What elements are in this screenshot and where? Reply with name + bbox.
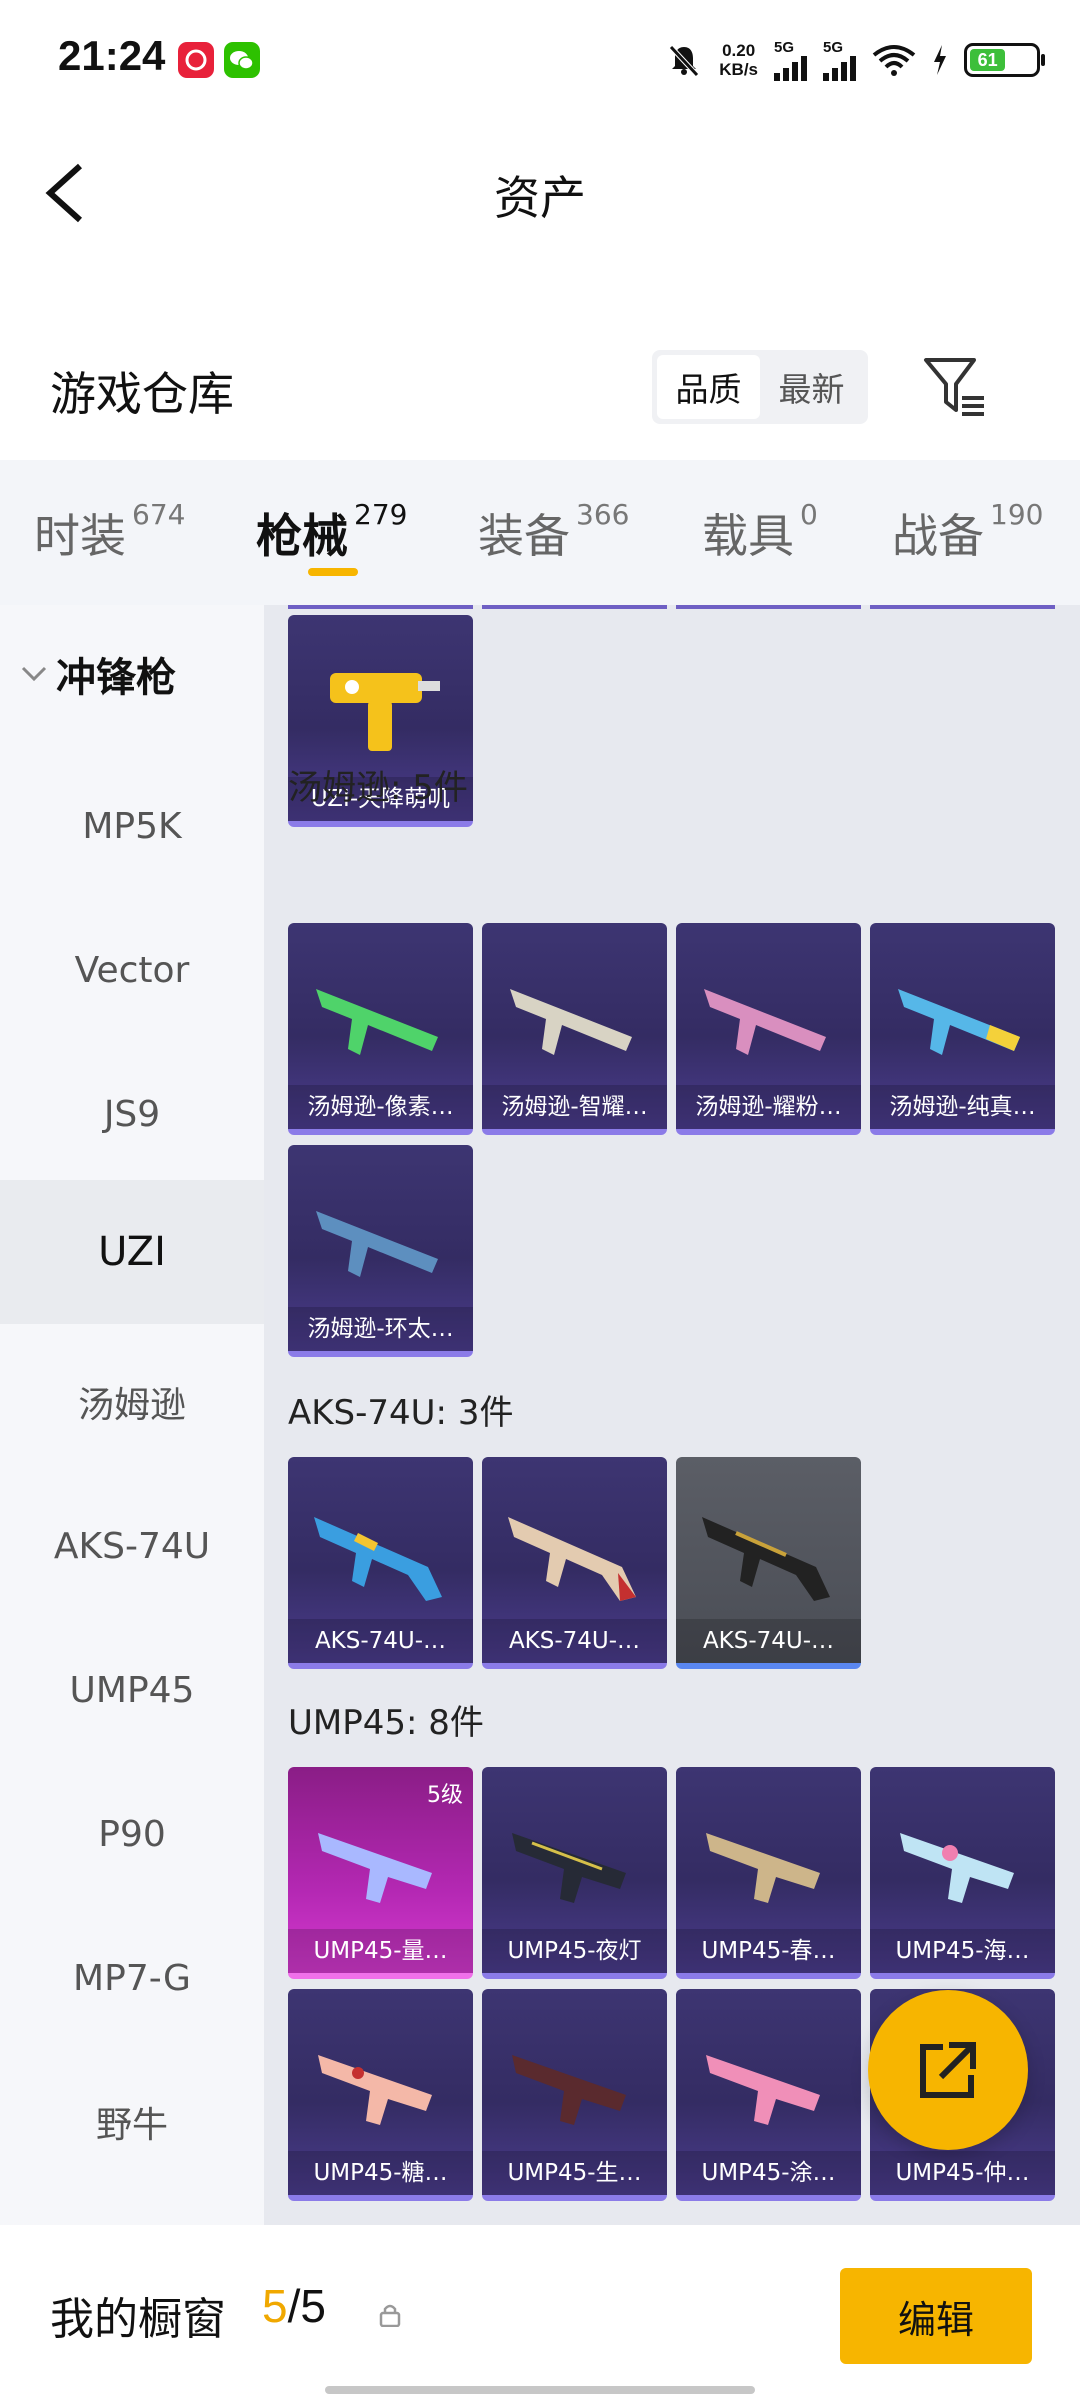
charging-icon — [934, 45, 946, 75]
netease-music-icon — [178, 42, 214, 78]
item-card[interactable]: 汤姆逊-耀粉… — [676, 923, 861, 1135]
section-title-ump45: UMP45: 8件 — [288, 1703, 484, 1743]
item-card[interactable]: UMP45-海… — [870, 1767, 1055, 1979]
nav-item-thompson[interactable]: 汤姆逊 — [0, 1330, 264, 1474]
ump45-skin-icon — [900, 1833, 1014, 1903]
signal-2: 5G — [823, 40, 856, 81]
item-card[interactable]: 5级 UMP45-量… — [288, 1767, 473, 1979]
tab-supplies[interactable]: 战备 190 — [892, 498, 1043, 566]
item-card[interactable]: AKS-74U-… — [288, 1457, 473, 1669]
item-card[interactable]: UMP45-春… — [676, 1767, 861, 1979]
status-bar: 21:24 0.20 KB/s 5G 5G 61 — [0, 0, 1080, 120]
wechat-icon — [224, 42, 260, 78]
net-speed: 0.20 KB/s — [719, 41, 758, 79]
section-title-aks74u: AKS-74U: 3件 — [288, 1393, 514, 1433]
battery-indicator: 61 — [964, 43, 1045, 77]
showcase-title: 我的橱窗 — [50, 2294, 226, 2345]
partial-card-edge — [870, 605, 1055, 609]
edit-button[interactable]: 编辑 — [840, 2268, 1032, 2364]
mute-bell-icon — [669, 45, 700, 77]
thompson-skin-icon — [510, 989, 632, 1055]
thompson-skin-icon — [316, 989, 438, 1055]
nav-item-bizon[interactable]: 野牛 — [0, 2050, 264, 2194]
category-tabs: 时装 674 枪械 279 装备 366 载具 0 战备 190 — [0, 460, 1080, 605]
active-tab-indicator — [308, 568, 358, 576]
item-card[interactable]: 汤姆逊-智耀… — [482, 923, 667, 1135]
lock-icon — [379, 2304, 401, 2327]
nav-item-uzi[interactable]: UZI — [0, 1180, 264, 1324]
section-title-thompson: 汤姆逊: 5件 — [288, 768, 468, 808]
warehouse-title: 游戏仓库 — [50, 367, 234, 421]
home-indicator[interactable] — [325, 2386, 755, 2394]
thompson-skin-icon — [704, 989, 826, 1055]
share-fab-button[interactable] — [868, 1990, 1028, 2150]
item-card[interactable]: AKS-74U-… — [482, 1457, 667, 1669]
nav-item-vector[interactable]: Vector — [0, 898, 264, 1042]
chevron-down-icon — [21, 666, 47, 682]
tab-firearms[interactable]: 枪械 279 — [256, 498, 407, 566]
filter-button[interactable] — [920, 352, 990, 422]
item-card[interactable]: 汤姆逊-环太… — [288, 1145, 473, 1357]
item-card[interactable]: UMP45-生… — [482, 1989, 667, 2201]
ump45-skin-icon — [318, 1833, 432, 1903]
aks74u-skin-icon — [702, 1517, 830, 1601]
item-card[interactable]: UMP45-涂… — [676, 1989, 861, 2201]
thompson-skin-icon — [316, 1211, 438, 1277]
ump45-skin-icon — [318, 2055, 432, 2125]
aks74u-skin-icon — [508, 1517, 636, 1601]
status-time: 21:24 — [58, 32, 166, 79]
showcase-count: 5/5 — [262, 2280, 326, 2332]
ump45-skin-icon — [706, 1833, 820, 1903]
item-grid: UZI-天降萌叽 汤姆逊: 5件 汤姆逊-像素… 汤姆逊-智耀… 汤姆逊-耀粉…… — [264, 605, 1080, 2225]
tab-vehicles[interactable]: 载具 0 — [702, 498, 818, 566]
item-card[interactable]: 汤姆逊-纯真… — [870, 923, 1055, 1135]
ump45-skin-icon — [706, 2055, 820, 2125]
nav-item-js9[interactable]: JS9 — [0, 1042, 264, 1186]
wifi-icon — [872, 45, 916, 76]
partial-card-edge — [676, 605, 861, 609]
aks74u-skin-icon — [314, 1517, 442, 1601]
uzi-skin-icon — [330, 673, 440, 751]
partial-card-edge — [482, 605, 667, 609]
sort-toggle: 品质 最新 — [652, 350, 868, 424]
weapon-type-nav: 冲锋枪 MP5K Vector JS9 UZI 汤姆逊 AKS-74U UMP4… — [0, 605, 264, 2225]
item-card[interactable]: AKS-74U-… — [676, 1457, 861, 1669]
item-card[interactable]: 汤姆逊-像素… — [288, 923, 473, 1135]
ump45-skin-icon — [512, 2055, 626, 2125]
external-link-icon — [920, 2042, 976, 2098]
tab-equipment[interactable]: 装备 366 — [478, 498, 629, 566]
item-card[interactable]: UMP45-夜灯 — [482, 1767, 667, 1979]
thompson-skin-icon — [898, 989, 1020, 1055]
showcase-bar: 我的橱窗 5/5 编辑 — [0, 2225, 1080, 2400]
filter-icon — [924, 358, 984, 416]
tab-fashion[interactable]: 时装 674 — [34, 498, 185, 566]
nav-item-aks74u[interactable]: AKS-74U — [0, 1474, 264, 1618]
nav-group-smg[interactable]: 冲锋枪 — [20, 645, 176, 703]
top-header: 资产 — [0, 120, 1080, 260]
sort-newest-button[interactable]: 最新 — [760, 355, 863, 419]
signal-1: 5G — [774, 40, 807, 81]
nav-item-p90[interactable]: P90 — [0, 1762, 264, 1906]
sort-quality-button[interactable]: 品质 — [657, 355, 760, 419]
ump45-skin-icon — [512, 1833, 626, 1903]
warehouse-header: 游戏仓库 品质 最新 — [0, 330, 1080, 450]
item-card[interactable]: UMP45-糖… — [288, 1989, 473, 2201]
nav-item-ump45[interactable]: UMP45 — [0, 1618, 264, 1762]
nav-item-mp5k[interactable]: MP5K — [0, 754, 264, 898]
nav-item-mp7g[interactable]: MP7-G — [0, 1906, 264, 2050]
page-title: 资产 — [494, 171, 586, 225]
partial-card-edge — [288, 605, 473, 609]
